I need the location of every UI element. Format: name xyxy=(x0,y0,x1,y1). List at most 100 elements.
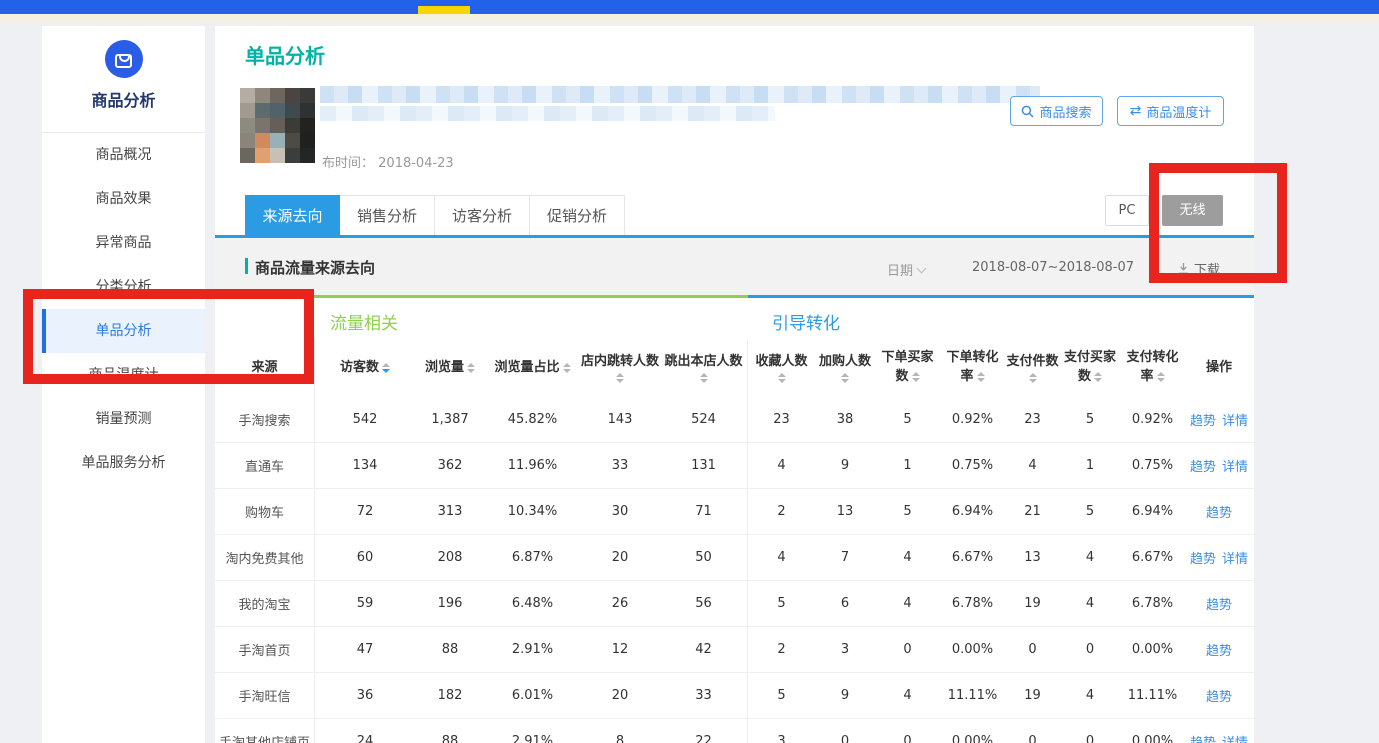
sort-icon[interactable] xyxy=(382,363,390,373)
product-search-button[interactable]: 商品搜索 xyxy=(1010,96,1103,126)
sort-icon[interactable] xyxy=(1029,373,1037,383)
column-header-收藏人数[interactable]: 收藏人数 xyxy=(748,353,815,384)
sidebar-item-单品分析[interactable]: 单品分析 xyxy=(42,309,205,353)
column-header-下单转化率[interactable]: 下单转化率 xyxy=(940,349,1005,387)
download-button[interactable]: 下载 xyxy=(1177,259,1220,278)
active-nav-underline xyxy=(418,6,470,14)
column-header-跳出本店人数[interactable]: 跳出本店人数 xyxy=(660,339,748,397)
value-cell: 0 xyxy=(1060,642,1120,657)
sidebar-item-单品服务分析[interactable]: 单品服务分析 xyxy=(42,441,205,485)
column-header-浏览量[interactable]: 浏览量 xyxy=(415,359,485,378)
conversion-group-line xyxy=(748,295,1254,298)
date-dropdown[interactable]: 日期 xyxy=(887,260,925,279)
sort-icon[interactable] xyxy=(467,363,475,373)
value-cell: 0 xyxy=(1060,734,1120,743)
tab-销售分析[interactable]: 销售分析 xyxy=(340,195,435,235)
sidebar-item-异常商品[interactable]: 异常商品 xyxy=(42,221,205,265)
value-cell: 42 xyxy=(660,627,748,672)
action-link-趋势[interactable]: 趋势 xyxy=(1206,644,1232,659)
value-cell: 3 xyxy=(815,642,875,657)
sidebar-item-商品概况[interactable]: 商品概况 xyxy=(42,133,205,177)
download-icon xyxy=(1177,262,1190,275)
action-link-趋势[interactable]: 趋势 xyxy=(1206,690,1232,705)
thumbnail-pixel xyxy=(255,88,270,103)
section-title: 商品流量来源去向 xyxy=(245,257,375,278)
product-thermometer-button[interactable]: ⇄ 商品温度计 xyxy=(1117,96,1224,126)
sort-icon[interactable] xyxy=(778,373,786,383)
source-cell: 手淘首页 xyxy=(215,627,315,672)
table-row: 淘内免费其他602086.87%20504746.67%1346.67%趋势详情 xyxy=(215,535,1254,581)
action-link-趋势[interactable]: 趋势 xyxy=(1190,414,1216,429)
column-header-支付买家数[interactable]: 支付买家数 xyxy=(1060,349,1120,387)
value-cell: 0.92% xyxy=(1120,412,1185,427)
value-cell: 3 xyxy=(748,734,815,743)
action-link-详情[interactable]: 详情 xyxy=(1222,414,1248,429)
value-cell: 0.75% xyxy=(1120,458,1185,473)
top-navigation-bar xyxy=(0,0,1379,14)
traffic-group-label: 流量相关 xyxy=(330,309,398,334)
table-row: 手淘其他店铺页24882.91%8223000.00%000.00%趋势详情 xyxy=(215,719,1254,743)
sort-icon[interactable] xyxy=(841,373,849,383)
column-header-下单买家数[interactable]: 下单买家数 xyxy=(875,349,940,387)
column-header-支付转化率[interactable]: 支付转化率 xyxy=(1120,349,1185,387)
action-link-趋势[interactable]: 趋势 xyxy=(1206,598,1232,613)
column-header-加购人数[interactable]: 加购人数 xyxy=(815,353,875,384)
search-icon xyxy=(1021,105,1034,118)
column-header-支付件数[interactable]: 支付件数 xyxy=(1005,353,1060,384)
column-header-访客数[interactable]: 访客数 xyxy=(315,359,415,378)
sidebar-item-商品温度计[interactable]: 商品温度计 xyxy=(42,353,205,397)
toggle-pc[interactable]: PC xyxy=(1105,195,1149,226)
action-link-趋势[interactable]: 趋势 xyxy=(1190,736,1216,743)
value-cell: 4 xyxy=(748,458,815,473)
actions-cell: 趋势 xyxy=(1185,502,1253,521)
action-link-趋势[interactable]: 趋势 xyxy=(1190,552,1216,567)
action-link-详情[interactable]: 详情 xyxy=(1222,736,1248,743)
table-header: 流量相关 引导转化 来源访客数浏览量浏览量占比店内跳转人数跳出本店人数收藏人数加… xyxy=(215,295,1254,397)
action-link-详情[interactable]: 详情 xyxy=(1222,460,1248,475)
sort-icon[interactable] xyxy=(1094,372,1102,382)
product-search-label: 商品搜索 xyxy=(1039,102,1091,121)
column-header-店内跳转人数[interactable]: 店内跳转人数 xyxy=(580,353,660,384)
column-header-label: 数 xyxy=(1078,368,1091,387)
sort-icon[interactable] xyxy=(912,372,920,382)
value-cell: 20 xyxy=(580,688,660,703)
value-cell: 88 xyxy=(415,734,485,743)
sidebar-item-销量预测[interactable]: 销量预测 xyxy=(42,397,205,441)
section-band: 商品流量来源去向 日期 2018-08-07~2018-08-07 下载 xyxy=(215,238,1254,295)
page-title: 单品分析 xyxy=(245,40,325,69)
column-header-浏览量占比[interactable]: 浏览量占比 xyxy=(485,359,580,378)
publish-time-label: 布时间： xyxy=(322,156,374,171)
tab-来源去向[interactable]: 来源去向 xyxy=(245,195,340,235)
toggle-wireless[interactable]: 无线 xyxy=(1162,195,1223,226)
thumbnail-pixel xyxy=(240,148,255,163)
action-link-趋势[interactable]: 趋势 xyxy=(1190,460,1216,475)
sort-icon[interactable] xyxy=(1157,372,1165,382)
thumbnail-pixel xyxy=(255,118,270,133)
sidebar-item-商品效果[interactable]: 商品效果 xyxy=(42,177,205,221)
column-header-操作: 操作 xyxy=(1185,359,1253,378)
table-row: 手淘首页47882.91%12422300.00%000.00%趋势 xyxy=(215,627,1254,673)
sort-icon[interactable] xyxy=(700,373,708,383)
column-header-label: 浏览量占比 xyxy=(494,359,559,378)
action-link-趋势[interactable]: 趋势 xyxy=(1206,506,1232,521)
tab-促销分析[interactable]: 促销分析 xyxy=(530,195,625,235)
value-cell: 0 xyxy=(875,642,940,657)
tab-访客分析[interactable]: 访客分析 xyxy=(435,195,530,235)
value-cell: 5 xyxy=(875,504,940,519)
value-cell: 5 xyxy=(748,688,815,703)
value-cell: 33 xyxy=(660,673,748,718)
source-cell: 购物车 xyxy=(215,489,315,534)
sort-icon[interactable] xyxy=(563,363,571,373)
sort-icon[interactable] xyxy=(616,373,624,383)
value-cell: 7 xyxy=(815,550,875,565)
download-label: 下载 xyxy=(1194,259,1220,278)
sidebar-item-分类分析[interactable]: 分类分析 xyxy=(42,265,205,309)
value-cell: 6.67% xyxy=(940,550,1005,565)
table-body: 手淘搜索5421,38745.82%143524233850.92%2350.9… xyxy=(215,397,1254,743)
value-cell: 0 xyxy=(875,734,940,743)
value-cell: 4 xyxy=(875,688,940,703)
topbar-glow-divider xyxy=(0,14,1379,25)
sort-icon[interactable] xyxy=(977,372,985,382)
action-link-详情[interactable]: 详情 xyxy=(1222,552,1248,567)
product-thumbnail xyxy=(240,88,315,163)
